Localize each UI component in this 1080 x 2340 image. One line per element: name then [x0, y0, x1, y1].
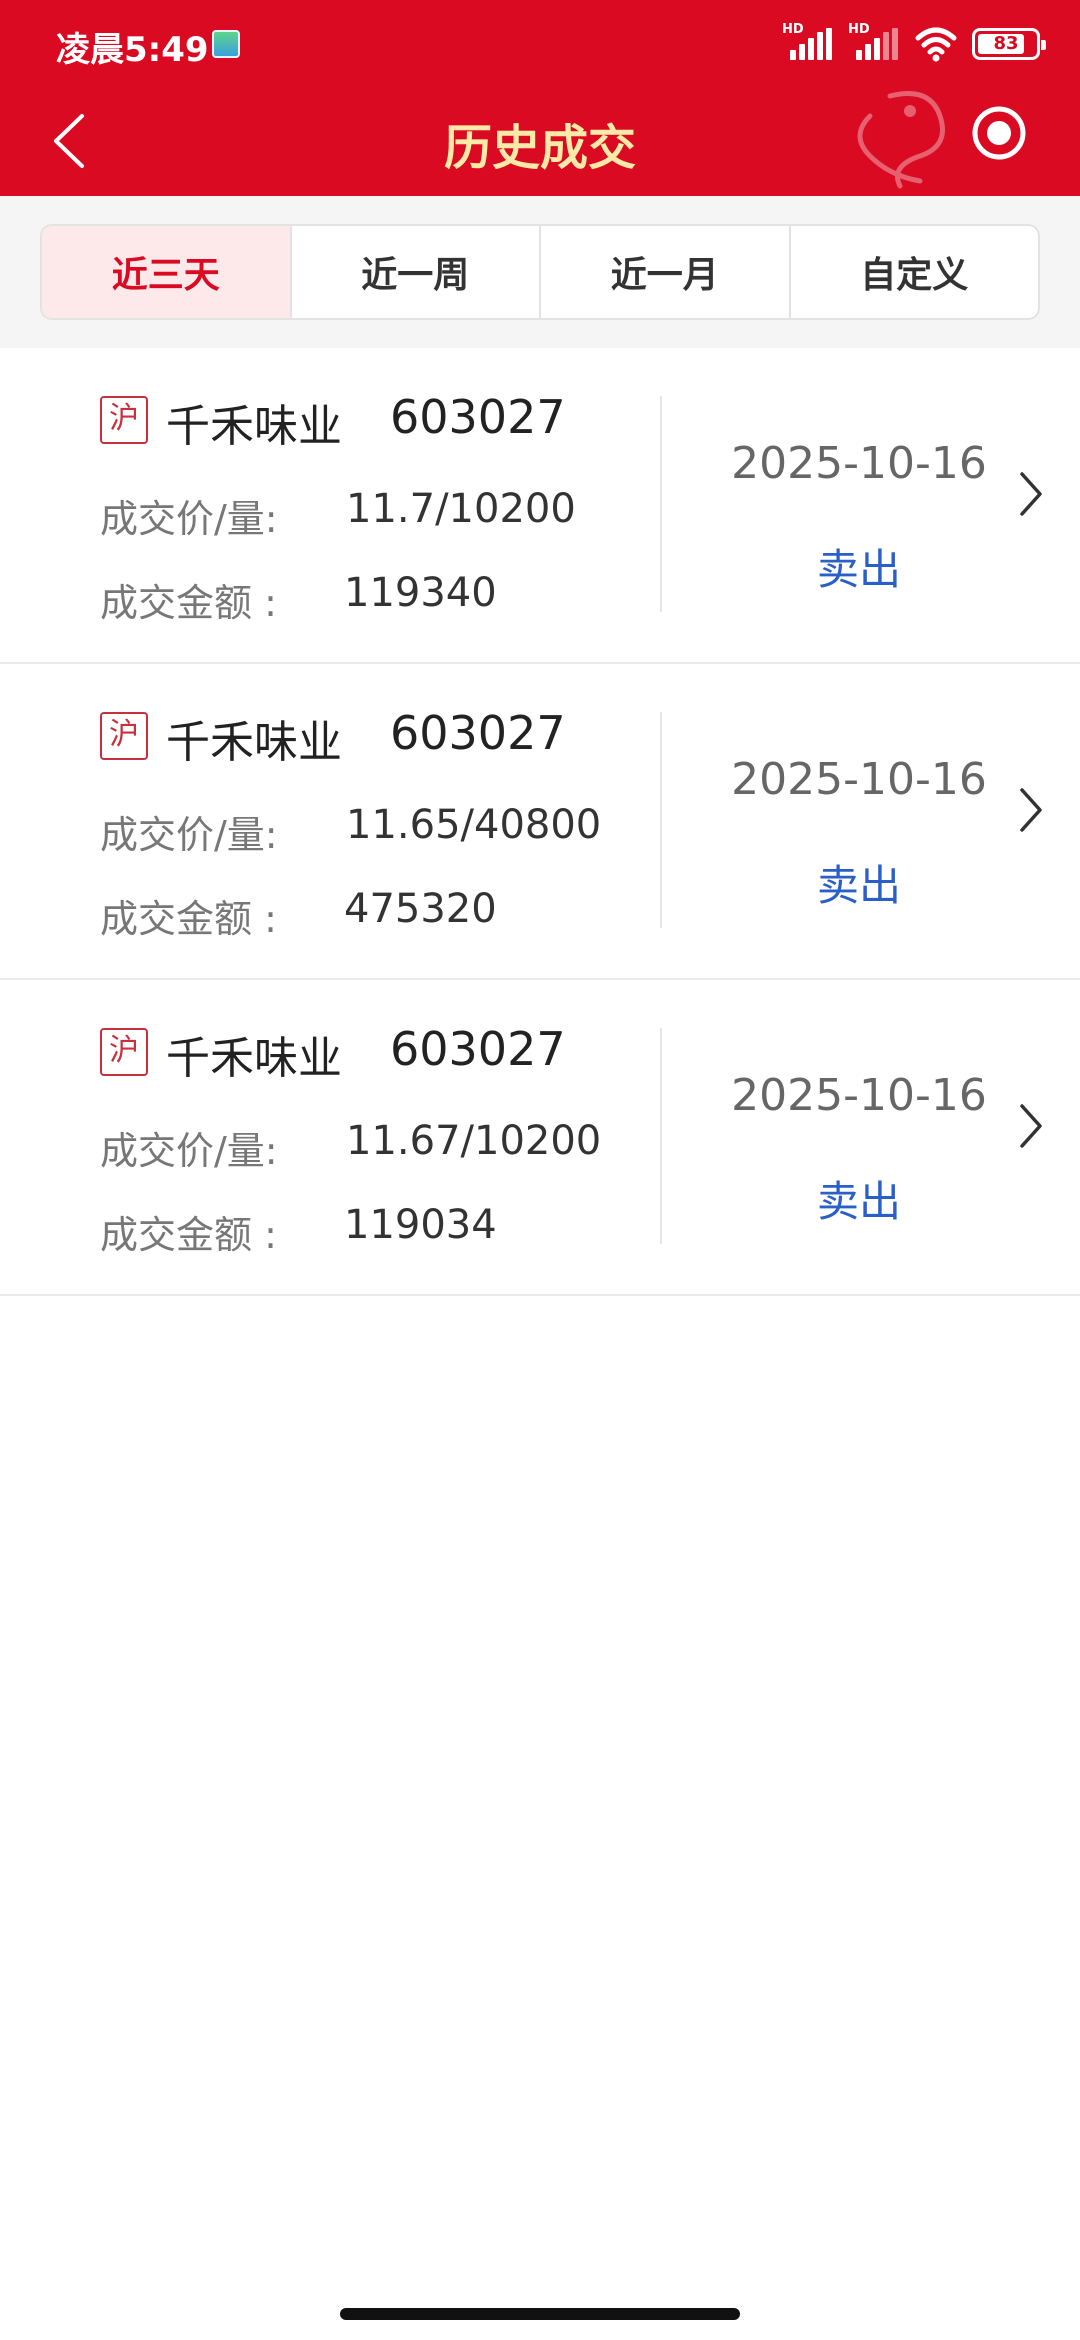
chevron-right-icon: [1020, 472, 1042, 516]
app-notification-icon: [212, 30, 240, 58]
period-tabs: 近三天 近一周 近一月 自定义: [40, 224, 1040, 320]
stock-name: 千禾味业: [166, 717, 342, 768]
header: 凌晨5:49 HD HD 83 历史成交: [0, 0, 1080, 196]
amount-value: 475320: [344, 886, 497, 932]
trade-direction: 卖出: [816, 861, 901, 910]
trade-row[interactable]: 沪 千禾味业 603027 成交价/量: 11.7/10200 成交金额 : 1…: [0, 348, 1080, 664]
status-bar: 凌晨5:49 HD HD 83: [0, 0, 1080, 86]
price-qty-value: 11.67/10200: [346, 1118, 602, 1164]
price-qty-value: 11.65/40800: [346, 802, 602, 848]
home-indicator[interactable]: [340, 2308, 740, 2320]
tab-custom[interactable]: 自定义: [791, 226, 1039, 318]
tab-three-days[interactable]: 近三天: [42, 226, 292, 318]
signal-hd-label: HD: [782, 22, 804, 37]
price-qty-label: 成交价/量:: [100, 497, 278, 541]
price-qty-value: 11.7/10200: [346, 486, 576, 532]
status-indicators: HD HD 83: [782, 22, 1046, 66]
wifi-icon: [915, 27, 957, 62]
chevron-right-icon: [1020, 788, 1042, 832]
trade-direction: 卖出: [816, 545, 901, 594]
cellular-signal-icon: HD: [782, 22, 834, 64]
amount-value: 119034: [344, 1202, 497, 1248]
status-time: 凌晨5:49: [56, 30, 209, 70]
trade-direction: 卖出: [816, 1177, 901, 1226]
market-badge: 沪: [100, 712, 148, 760]
trade-list: 沪 千禾味业 603027 成交价/量: 11.7/10200 成交金额 : 1…: [0, 348, 1080, 1296]
trade-date: 2025-10-16: [731, 1070, 987, 1121]
cellular-signal-icon: HD: [848, 22, 900, 64]
amount-label: 成交金额 :: [100, 581, 277, 625]
market-badge: 沪: [100, 396, 148, 444]
stock-code: 603027: [390, 390, 566, 444]
record-target-icon[interactable]: [970, 104, 1028, 162]
battery-icon: 83: [972, 28, 1046, 60]
trade-date: 2025-10-16: [731, 754, 987, 805]
nav-bar: 历史成交: [0, 86, 1080, 196]
battery-level: 83: [993, 33, 1019, 54]
price-qty-label: 成交价/量:: [100, 1129, 278, 1173]
amount-value: 119340: [344, 570, 497, 616]
stock-code: 603027: [390, 1022, 566, 1076]
trade-row[interactable]: 沪 千禾味业 603027 成交价/量: 11.67/10200 成交金额 : …: [0, 980, 1080, 1296]
stock-name: 千禾味业: [166, 1033, 342, 1084]
tab-one-week[interactable]: 近一周: [292, 226, 541, 318]
trade-row[interactable]: 沪 千禾味业 603027 成交价/量: 11.65/40800 成交金额 : …: [0, 664, 1080, 980]
trade-date: 2025-10-16: [731, 438, 987, 489]
stock-code: 603027: [390, 706, 566, 760]
chevron-right-icon: [1020, 1104, 1042, 1148]
price-qty-label: 成交价/量:: [100, 813, 278, 857]
stock-name: 千禾味业: [166, 401, 342, 452]
tab-one-month[interactable]: 近一月: [541, 226, 791, 318]
amount-label: 成交金额 :: [100, 1213, 277, 1257]
signal-hd-label: HD: [848, 22, 870, 37]
market-badge: 沪: [100, 1028, 148, 1076]
period-filter-area: 近三天 近一周 近一月 自定义: [0, 196, 1080, 348]
dragon-logo-icon: [857, 91, 945, 189]
amount-label: 成交金额 :: [100, 897, 277, 941]
